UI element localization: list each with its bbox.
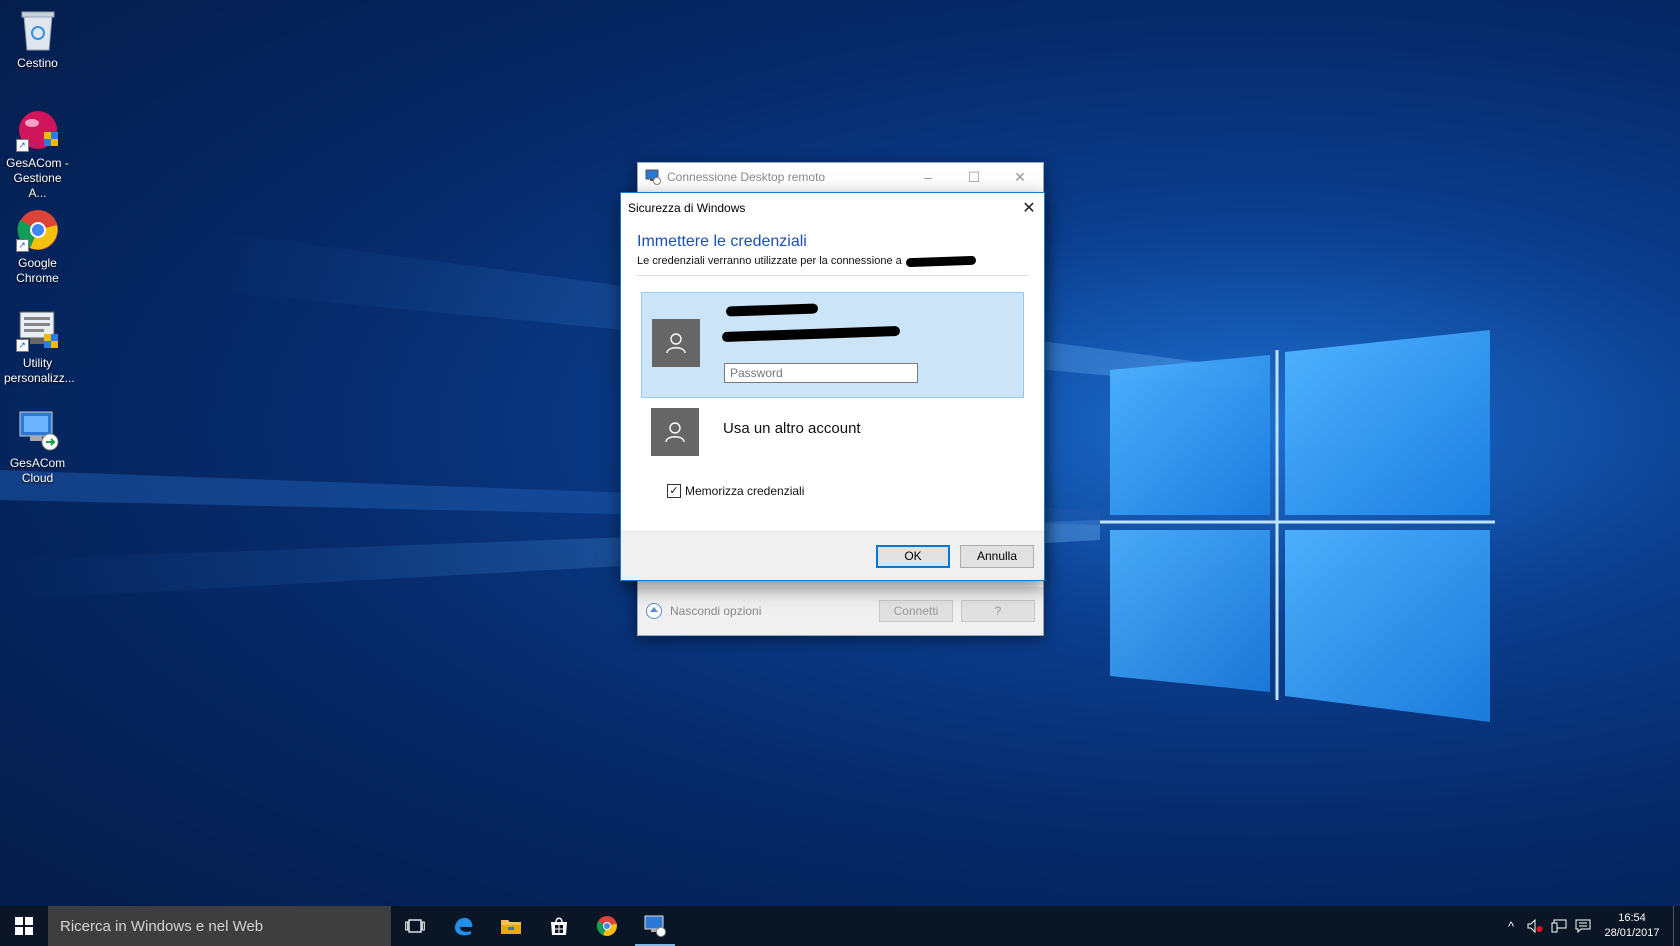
chrome-icon[interactable] [583, 906, 631, 946]
windows-start-icon [15, 917, 33, 935]
system-tray: ^ 16:54 28/01/2017 [1499, 906, 1680, 946]
other-account-label: Usa un altro account [723, 420, 861, 437]
remember-credentials-checkbox[interactable]: ✓ Memorizza credenziali [667, 484, 1044, 498]
desktop-icon-label: Google Chrome [16, 256, 59, 285]
store-icon[interactable] [535, 906, 583, 946]
shortcut-arrow-icon: ↗ [15, 139, 29, 152]
redacted-username [725, 303, 819, 317]
utility-icon: ↗ [15, 308, 60, 352]
divider [637, 275, 1028, 276]
chevron-up-icon [646, 603, 662, 619]
show-desktop-button[interactable] [1673, 906, 1680, 946]
connect-button[interactable]: Connetti [879, 600, 953, 622]
taskbar-clock[interactable]: 16:54 28/01/2017 [1595, 911, 1669, 941]
desktop-icon-chrome[interactable]: ↗ Google Chrome [4, 208, 71, 286]
rdp-close-button[interactable]: ✕ [997, 163, 1043, 191]
hide-options-toggle[interactable]: Nascondi opzioni [646, 603, 761, 619]
taskbar: Ricerca in Windows e nel Web ^ 16:54 28/… [0, 906, 1680, 946]
rdp-footer: Nascondi opzioni Connetti ? [638, 587, 1043, 635]
desktop-icon-label: GesACom - Gestione A... [6, 156, 69, 200]
rdp-minimize-button[interactable]: – [905, 163, 951, 191]
remote-desktop-icon [16, 408, 60, 452]
saved-account-tile[interactable] [641, 292, 1024, 398]
redacted-hostname [905, 255, 976, 267]
chevron-up-icon[interactable]: ^ [1499, 906, 1523, 946]
redacted-domain [721, 325, 901, 343]
desktop-icon-recycle-bin[interactable]: Cestino [4, 8, 71, 71]
rdp-title-bar[interactable]: Connessione Desktop remoto – ☐ ✕ [638, 163, 1043, 191]
security-dialog: Sicurezza di Windows ✕ Immettere le cred… [620, 192, 1045, 581]
network-icon[interactable] [1547, 906, 1571, 946]
help-button[interactable]: ? [961, 600, 1035, 622]
credentials-subtitle: Le credenziali verranno utilizzate per l… [637, 255, 1044, 267]
file-explorer-icon[interactable] [487, 906, 535, 946]
desktop-icon-utility[interactable]: ↗ Utility personalizz... [4, 308, 75, 386]
shortcut-arrow-icon: ↗ [15, 239, 29, 252]
shortcut-arrow-icon: ↗ [15, 339, 29, 352]
clock-time: 16:54 [1618, 912, 1646, 924]
desktop-icon-gesacom[interactable]: ↗ GesACom - Gestione A... [4, 108, 71, 201]
user-avatar-icon [651, 408, 699, 456]
volume-muted-icon[interactable] [1523, 906, 1547, 946]
cancel-button[interactable]: Annulla [960, 544, 1034, 568]
password-input[interactable] [724, 363, 918, 383]
start-button[interactable] [0, 906, 48, 946]
recycle-bin-icon [16, 8, 60, 52]
user-avatar-icon [652, 319, 700, 367]
desktop-icon-gesacom-cloud[interactable]: GesACom Cloud [4, 408, 71, 486]
close-button[interactable]: ✕ [1014, 193, 1044, 223]
remote-desktop-icon[interactable] [631, 906, 679, 946]
desktop-icon-label: Cestino [17, 56, 58, 70]
ok-button[interactable]: OK [876, 544, 950, 568]
clock-date: 28/01/2017 [1604, 927, 1660, 939]
rdp-maximize-button[interactable]: ☐ [951, 163, 997, 191]
gesacom-icon: ↗ [15, 108, 60, 152]
rdp-title: Connessione Desktop remoto [667, 170, 826, 184]
hide-options-label: Nascondi opzioni [670, 604, 762, 618]
security-dialog-footer: OK Annulla [621, 531, 1044, 580]
remember-credentials-label: Memorizza credenziali [685, 484, 805, 498]
credentials-heading: Immettere le credenziali [637, 233, 807, 250]
credentials-subtitle-text: Le credenziali verranno utilizzate per l… [637, 255, 902, 267]
desktop-icon-label: GesACom Cloud [9, 456, 66, 485]
checkbox-checked-icon: ✓ [667, 484, 681, 498]
edge-icon[interactable] [439, 906, 487, 946]
security-dialog-title: Sicurezza di Windows [628, 201, 746, 215]
chrome-icon: ↗ [15, 208, 60, 252]
taskbar-search-box[interactable]: Ricerca in Windows e nel Web [48, 906, 391, 946]
desktop-icon-label: Utility personalizz... [4, 356, 75, 385]
other-account-tile[interactable]: Usa un altro account [641, 404, 1024, 458]
windows-logo [1100, 330, 1495, 722]
remote-desktop-icon [645, 169, 661, 185]
security-dialog-title-bar[interactable]: Sicurezza di Windows ✕ [621, 193, 1044, 223]
task-view-icon[interactable] [391, 906, 439, 946]
action-center-icon[interactable] [1571, 906, 1595, 946]
